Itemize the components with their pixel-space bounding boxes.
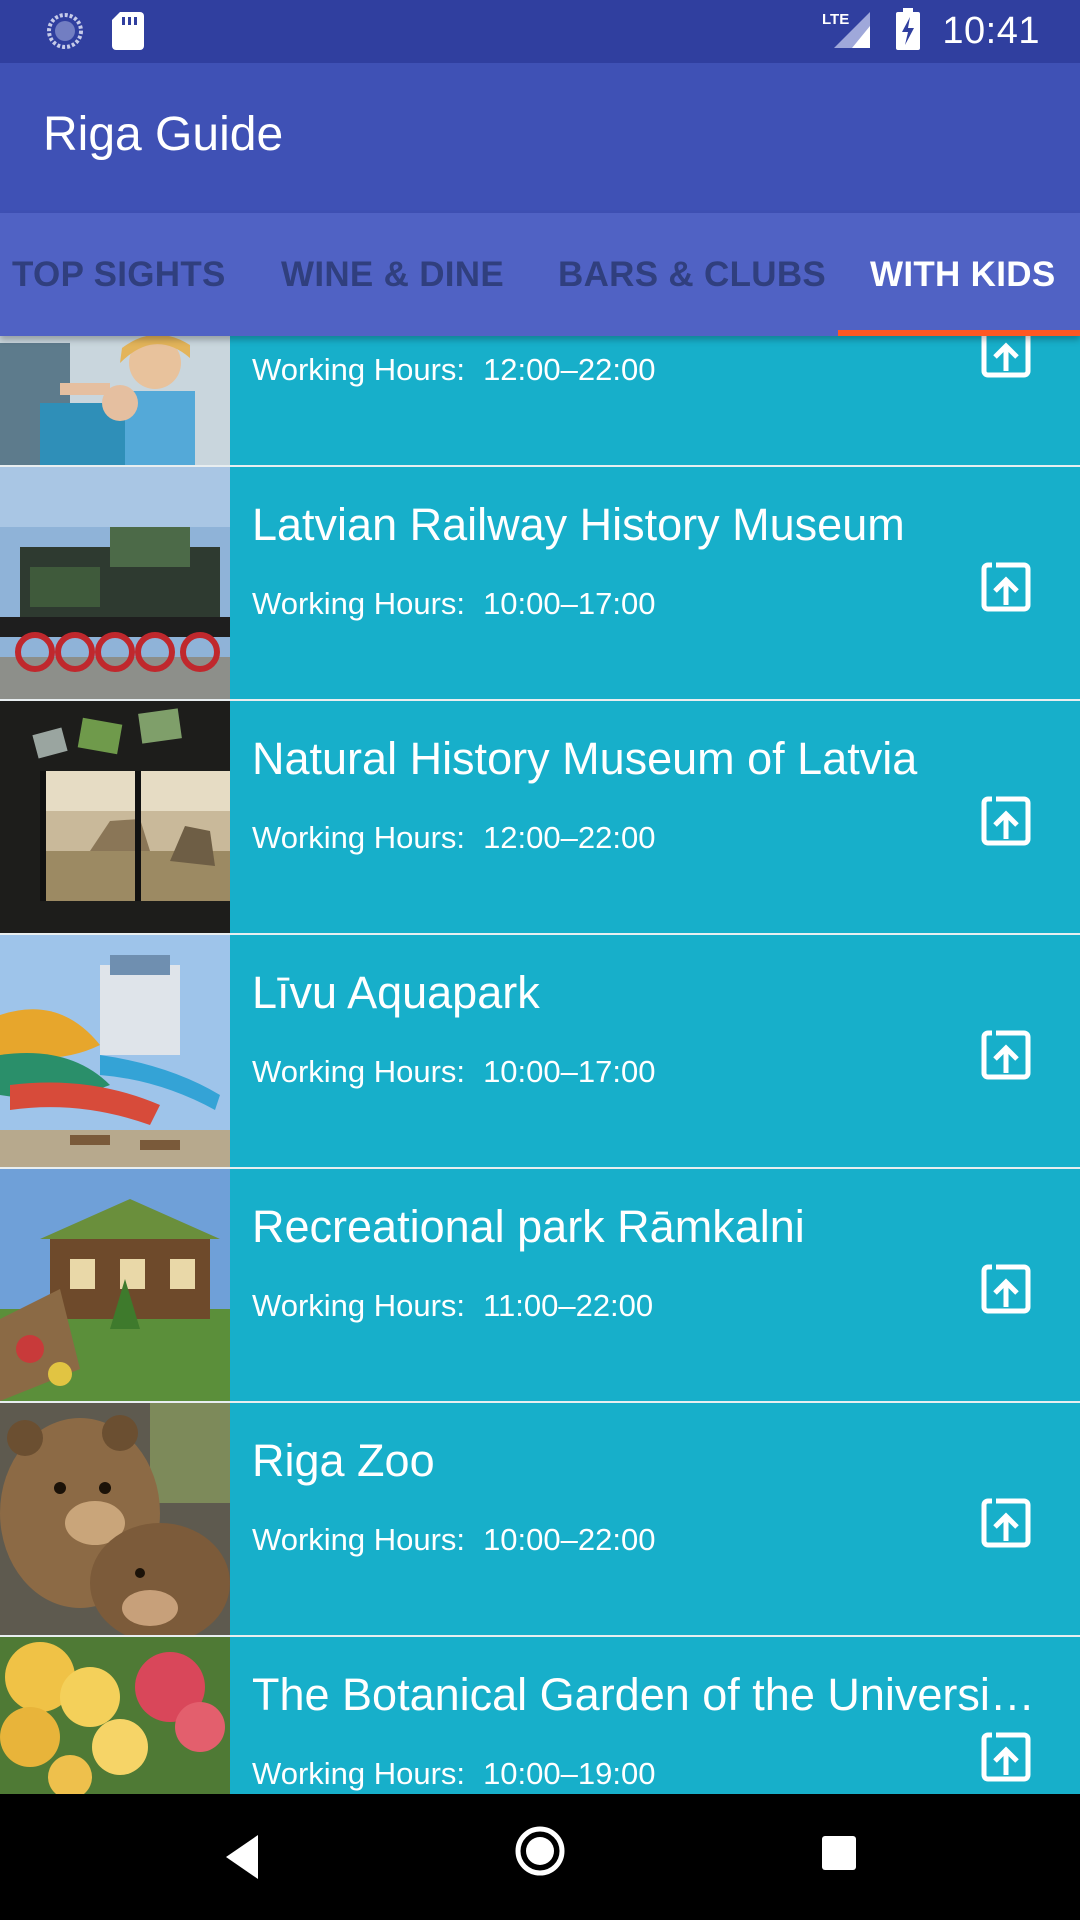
- lte-signal-icon: LTE: [822, 8, 874, 55]
- open-external-icon[interactable]: [980, 1263, 1032, 1315]
- list-item[interactable]: The Botanical Garden of the Universi… Wo…: [0, 1637, 1080, 1794]
- item-hours: Working Hours: 12:00–22:00: [252, 352, 655, 388]
- item-hours: Working Hours: 11:00–22:00: [252, 1288, 653, 1324]
- hours-value: 12:00–22:00: [483, 352, 656, 387]
- hours-label: Working Hours:: [252, 1288, 466, 1323]
- hours-value: 10:00–17:00: [483, 1054, 656, 1089]
- sync-icon: [46, 12, 84, 55]
- app-bar: Riga Guide: [0, 63, 1080, 213]
- battery-charging-icon: [896, 8, 921, 55]
- water-slides-photo: [0, 935, 230, 1167]
- open-external-icon[interactable]: [980, 795, 1032, 847]
- item-title: The Botanical Garden of the Universi…: [252, 1669, 1035, 1720]
- tab-bar: TOP SIGHTS WINE & DINE BARS & CLUBS WITH…: [0, 213, 1080, 336]
- wooden-lodge-photo: [0, 1169, 230, 1401]
- app-title: Riga Guide: [43, 108, 284, 161]
- flower-garden-photo: [0, 1637, 230, 1794]
- list-item[interactable]: Recreational park Rāmkalni Working Hours…: [0, 1169, 1080, 1401]
- open-external-icon[interactable]: [980, 1731, 1032, 1783]
- open-external-icon[interactable]: [980, 1029, 1032, 1081]
- navigation-bar: [0, 1794, 1080, 1920]
- item-hours: Working Hours: 10:00–22:00: [252, 1522, 655, 1558]
- steam-locomotive-photo: [0, 467, 230, 699]
- museum-diorama-photo: [0, 701, 230, 933]
- item-hours: Working Hours: 10:00–17:00: [252, 586, 655, 622]
- item-hours: Working Hours: 10:00–17:00: [252, 1054, 655, 1090]
- tab-bars-clubs[interactable]: BARS & CLUBS: [558, 255, 826, 295]
- tab-indicator: [838, 330, 1080, 336]
- hours-value: 10:00–17:00: [483, 586, 656, 621]
- hours-label: Working Hours:: [252, 820, 466, 855]
- open-external-icon[interactable]: [980, 1497, 1032, 1549]
- open-external-icon[interactable]: [980, 336, 1032, 379]
- back-icon[interactable]: [222, 1827, 262, 1892]
- kids-exhibit-photo: [0, 336, 230, 465]
- list-item[interactable]: Latvian Railway History Museum Working H…: [0, 467, 1080, 699]
- list-item[interactable]: Līvu Aquapark Working Hours: 10:00–17:00: [0, 935, 1080, 1167]
- status-bar: LTE 10:41: [0, 0, 1080, 63]
- tab-wine-dine[interactable]: WINE & DINE: [281, 255, 504, 295]
- item-title: Līvu Aquapark: [252, 967, 540, 1018]
- list-item[interactable]: Riga Zoo Working Hours: 10:00–22:00: [0, 1403, 1080, 1635]
- sd-card-icon: [112, 12, 144, 55]
- item-title: Natural History Museum of Latvia: [252, 733, 918, 784]
- list-item[interactable]: Working Hours: 12:00–22:00: [0, 336, 1080, 465]
- hours-label: Working Hours:: [252, 1522, 466, 1557]
- hours-label: Working Hours:: [252, 352, 466, 387]
- hours-value: 10:00–22:00: [483, 1522, 656, 1557]
- item-title: Riga Zoo: [252, 1435, 435, 1486]
- recents-icon[interactable]: [820, 1834, 858, 1877]
- item-hours: Working Hours: 10:00–19:00: [252, 1756, 655, 1792]
- svg-text:LTE: LTE: [822, 11, 849, 28]
- brown-bears-photo: [0, 1403, 230, 1635]
- open-external-icon[interactable]: [980, 561, 1032, 613]
- hours-value: 10:00–19:00: [483, 1756, 656, 1791]
- home-icon[interactable]: [513, 1824, 567, 1883]
- item-title: Recreational park Rāmkalni: [252, 1201, 805, 1252]
- hours-value: 11:00–22:00: [483, 1288, 654, 1323]
- hours-label: Working Hours:: [252, 1756, 466, 1791]
- attractions-list[interactable]: Working Hours: 12:00–22:00 Latvian Railw…: [0, 336, 1080, 1794]
- item-hours: Working Hours: 12:00–22:00: [252, 820, 655, 856]
- tab-with-kids[interactable]: WITH KIDS: [870, 255, 1055, 295]
- list-item[interactable]: Natural History Museum of Latvia Working…: [0, 701, 1080, 933]
- clock: 10:41: [942, 10, 1040, 52]
- tab-top-sights[interactable]: TOP SIGHTS: [12, 255, 226, 295]
- item-title: Latvian Railway History Museum: [252, 499, 905, 550]
- hours-label: Working Hours:: [252, 586, 466, 621]
- hours-value: 12:00–22:00: [483, 820, 656, 855]
- hours-label: Working Hours:: [252, 1054, 466, 1089]
